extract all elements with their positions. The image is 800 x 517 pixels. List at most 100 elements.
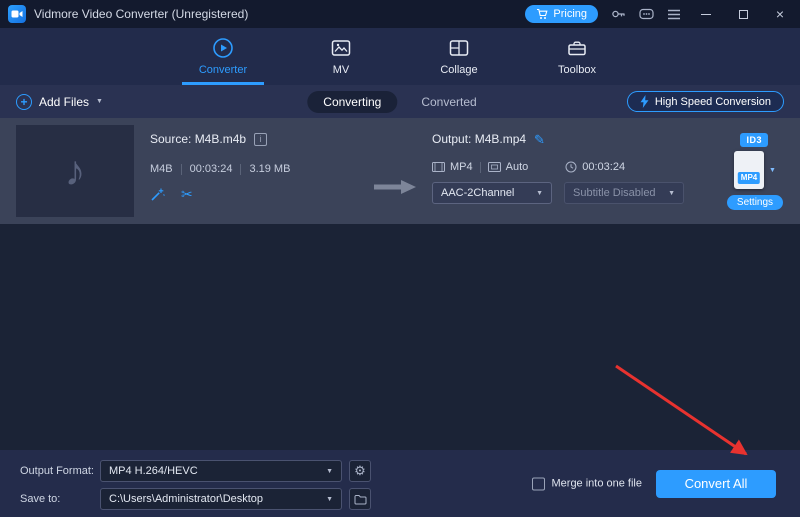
merge-option: Merge into one file: [532, 477, 643, 490]
add-files-label: Add Files: [39, 95, 89, 109]
chevron-down-icon: ▼: [326, 468, 333, 475]
pricing-label: Pricing: [553, 8, 587, 20]
source-section: Source: M4B.m4b i M4B 00:03:24 3.19 MB ✂: [150, 132, 368, 203]
tab-label: Toolbox: [558, 64, 596, 76]
minimize-button[interactable]: [694, 2, 718, 26]
key-icon: [611, 7, 626, 21]
rename-button[interactable]: ✎: [534, 133, 545, 146]
high-speed-conversion-button[interactable]: High Speed Conversion: [627, 91, 784, 112]
close-button[interactable]: ×: [768, 2, 792, 26]
maximize-button[interactable]: [731, 2, 755, 26]
divider: [240, 164, 241, 175]
save-to-value: C:\Users\Administrator\Desktop: [109, 493, 263, 505]
window-title: Vidmore Video Converter (Unregistered): [34, 7, 248, 21]
source-filename: Source: M4B.m4b: [150, 132, 246, 146]
merge-checkbox[interactable]: [532, 477, 545, 490]
file-list-area: [0, 224, 800, 450]
subtitle-select[interactable]: Subtitle Disabled ▼: [564, 182, 684, 204]
output-resolution: Auto: [506, 161, 529, 173]
output-profile-select[interactable]: MP4 ▼: [734, 151, 776, 189]
info-icon[interactable]: i: [254, 133, 267, 146]
settings-button[interactable]: Settings: [727, 195, 783, 210]
profile-settings-button[interactable]: ⚙: [349, 460, 371, 482]
lightning-bolt-icon: [640, 95, 649, 108]
save-to-label: Save to:: [20, 493, 100, 505]
queue-toggle: Converting Converted: [307, 91, 492, 113]
chevron-down-icon: ▼: [96, 98, 103, 105]
register-button[interactable]: [611, 7, 626, 21]
tab-toolbox[interactable]: Toolbox: [536, 28, 618, 85]
toolbar: + Add Files ▼ Converting Converted High …: [0, 85, 800, 118]
nav-tabs: Converter MV Collage Toolbox: [0, 28, 800, 85]
cart-icon: [536, 8, 548, 20]
output-duration-group: 00:03:24: [565, 161, 625, 173]
frame-icon: [488, 162, 501, 172]
message-icon: [639, 8, 654, 21]
tab-label: MV: [333, 64, 350, 76]
converter-icon: [212, 37, 234, 59]
output-format: MP4: [450, 161, 473, 173]
toolbox-icon: [566, 37, 588, 59]
magic-wand-icon: [150, 187, 165, 202]
output-format-label: Output Format:: [20, 465, 100, 477]
format-settings-group: MP4 ▼ Settings: [722, 151, 788, 210]
feedback-button[interactable]: [639, 8, 654, 21]
output-format-select[interactable]: MP4 H.264/HEVC ▼: [100, 460, 342, 482]
save-to-select[interactable]: C:\Users\Administrator\Desktop ▼: [100, 488, 342, 510]
tab-collage[interactable]: Collage: [418, 28, 500, 85]
file-format-icon: MP4: [734, 151, 764, 189]
scissors-icon: ✂: [181, 186, 193, 203]
file-thumbnail: ♪: [16, 125, 134, 217]
edit-effects-button[interactable]: [150, 187, 165, 202]
source-size: 3.19 MB: [249, 163, 290, 175]
footer-bar: Output Format: MP4 H.264/HEVC ▼ ⚙ Save t…: [0, 450, 800, 517]
film-icon: [432, 162, 445, 172]
tab-converter[interactable]: Converter: [182, 28, 264, 85]
chevron-down-icon: ▼: [536, 190, 543, 197]
cut-button[interactable]: ✂: [181, 186, 193, 203]
divider: [181, 164, 182, 175]
format-badge: M4B: [150, 163, 173, 175]
output-format-group: MP4: [432, 161, 473, 173]
clock-icon: [565, 161, 577, 173]
gear-icon: ⚙: [354, 463, 366, 479]
chevron-down-icon: ▼: [769, 167, 776, 174]
audio-track-value: AAC-2Channel: [441, 187, 514, 199]
browse-folder-button[interactable]: [349, 488, 371, 510]
folder-icon: [354, 494, 367, 505]
audio-track-select[interactable]: AAC-2Channel ▼: [432, 182, 552, 204]
output-filename: Output: M4B.mp4: [432, 132, 526, 146]
add-files-button[interactable]: + Add Files ▼: [16, 94, 103, 110]
pencil-icon: ✎: [534, 132, 545, 147]
file-item: ♪ Source: M4B.m4b i M4B 00:03:24 3.19 MB: [0, 118, 800, 224]
minimize-icon: [701, 14, 711, 15]
file-format-label: MP4: [738, 172, 760, 184]
source-duration: 00:03:24: [190, 163, 233, 175]
transfer-arrow-icon: [372, 178, 418, 196]
music-note-icon: ♪: [65, 150, 86, 192]
id3-button[interactable]: ID3: [740, 133, 768, 147]
mv-icon: [330, 37, 352, 59]
close-icon: ×: [776, 6, 784, 22]
menu-button[interactable]: [667, 9, 681, 20]
high-speed-label: High Speed Conversion: [655, 96, 771, 108]
divider: [480, 162, 481, 173]
chevron-down-icon: ▼: [326, 496, 333, 503]
merge-label: Merge into one file: [552, 478, 643, 490]
convert-all-button[interactable]: Convert All: [656, 470, 776, 498]
chevron-down-icon: ▼: [668, 190, 675, 197]
output-resolution-group: Auto: [488, 161, 529, 173]
converting-tab[interactable]: Converting: [307, 91, 397, 113]
titlebar: Vidmore Video Converter (Unregistered) P…: [0, 0, 800, 28]
hamburger-icon: [667, 9, 681, 20]
converted-tab[interactable]: Converted: [405, 91, 492, 113]
tab-mv[interactable]: MV: [300, 28, 382, 85]
add-icon: +: [16, 94, 32, 110]
collage-icon: [448, 37, 470, 59]
output-section: Output: M4B.mp4 ✎ MP4 Auto: [432, 132, 704, 204]
output-duration: 00:03:24: [582, 161, 625, 173]
subtitle-value: Subtitle Disabled: [573, 187, 656, 199]
pricing-button[interactable]: Pricing: [525, 5, 598, 23]
output-format-value: MP4 H.264/HEVC: [109, 465, 198, 477]
app-window: Vidmore Video Converter (Unregistered) P…: [0, 0, 800, 517]
